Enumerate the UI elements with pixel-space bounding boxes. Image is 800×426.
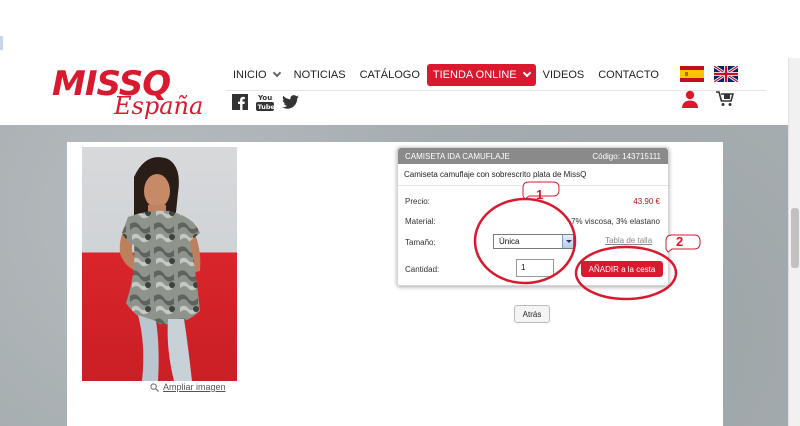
page-scrollbar[interactable] [788, 58, 800, 426]
user-account-icon[interactable] [682, 90, 698, 113]
material-value: 7% viscosa, 3% elastano [571, 217, 660, 226]
nav-item-videos[interactable]: VIDEOS [536, 64, 592, 86]
site-header: MISSQ España INICIO NOTICIAS CATÁLOGO TI… [0, 0, 800, 125]
product-image[interactable] [82, 147, 237, 381]
chevron-down-icon [522, 68, 531, 78]
product-header: CAMISETA IDA CAMUFLAJE Código: 143715111 [398, 148, 668, 164]
spain-flag-icon[interactable] [680, 66, 704, 82]
add-to-cart-button[interactable]: AÑADIR a la cesta [581, 261, 663, 277]
main-navigation: INICIO NOTICIAS CATÁLOGO TIENDA ONLINE V… [226, 64, 666, 86]
magnifier-icon [150, 382, 159, 392]
twitter-icon[interactable] [282, 95, 299, 109]
price-value: 43.90 € [633, 197, 660, 206]
enlarge-image-label: Ampliar imagen [163, 382, 226, 392]
size-dropdown[interactable]: Única [493, 234, 574, 249]
chevron-down-icon [272, 68, 281, 78]
browser-top-area [0, 0, 800, 58]
nav-item-label: INICIO [233, 69, 267, 81]
material-label: Material: [405, 217, 436, 226]
nav-item-label: CATÁLOGO [359, 69, 420, 81]
dropdown-arrow-icon[interactable] [562, 235, 573, 248]
facebook-icon[interactable] [232, 94, 248, 110]
annotation-number-1: 1 [536, 187, 544, 202]
nav-item-inicio[interactable]: INICIO [226, 64, 287, 86]
language-selector [680, 64, 739, 84]
shopping-cart-icon[interactable] [716, 91, 735, 112]
nav-item-label: TIENDA ONLINE [432, 69, 517, 81]
youtube-icon-text-you: You [257, 94, 272, 102]
product-purchase-panel: CAMISETA IDA CAMUFLAJE Código: 143715111… [397, 147, 669, 286]
nav-item-tienda-online[interactable]: TIENDA ONLINE [426, 64, 536, 86]
model-photo [119, 157, 201, 381]
quantity-label: Cantidad: [405, 265, 440, 274]
size-table-link[interactable]: Tabla de talla [605, 236, 652, 245]
product-code: Código: 143715111 [592, 151, 661, 161]
product-description: Camiseta camuflaje con sobrescrito plata… [398, 164, 668, 186]
size-label: Tamaño: [405, 238, 436, 247]
missq-logo[interactable]: MISSQ España [52, 64, 212, 124]
product-title: CAMISETA IDA CAMUFLAJE [405, 151, 510, 161]
logo-subtitle: España [114, 92, 204, 120]
nav-item-noticias[interactable]: NOTICIAS [287, 64, 353, 86]
youtube-icon[interactable]: You Tube [256, 92, 274, 112]
account-icons [682, 90, 735, 113]
nav-item-label: NOTICIAS [293, 69, 346, 81]
enlarge-image-link[interactable]: Ampliar imagen [150, 382, 226, 392]
back-button[interactable]: Atrás [514, 305, 550, 323]
size-selected-value: Única [499, 237, 520, 246]
scrollbar-thumb[interactable] [791, 208, 799, 268]
nav-item-contacto[interactable]: CONTACTO [591, 64, 666, 86]
youtube-icon-text-tube: Tube [258, 103, 275, 111]
quantity-input[interactable]: 1 [516, 259, 554, 277]
uk-flag-icon[interactable] [713, 64, 739, 84]
nav-item-catalogo[interactable]: CATÁLOGO [353, 64, 427, 86]
social-links: You Tube [232, 92, 299, 112]
page-left-marker [0, 36, 3, 50]
annotation-number-2: 2 [676, 234, 684, 249]
price-label: Precio: [405, 197, 430, 206]
nav-item-label: CONTACTO [598, 69, 659, 81]
nav-item-label: VIDEOS [542, 69, 585, 81]
